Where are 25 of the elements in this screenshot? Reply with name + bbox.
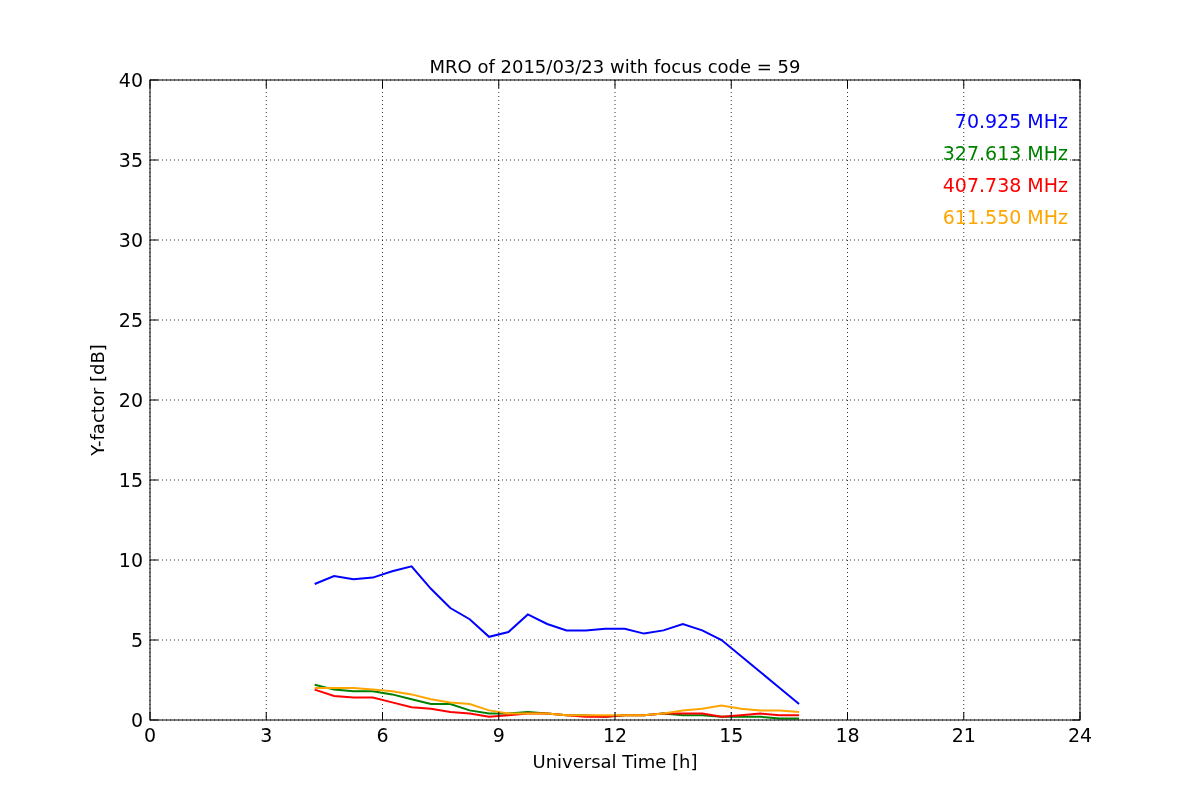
legend-entry: 611.550 MHz [942, 206, 1068, 228]
tick-label: 5 [130, 629, 143, 651]
tick-label: 6 [376, 724, 389, 746]
legend-entry: 327.613 MHz [942, 142, 1068, 164]
tick-label: 0 [143, 724, 157, 746]
tick-label: 35 [118, 149, 143, 171]
tick-label: 15 [719, 724, 744, 746]
tick-label: 9 [492, 724, 505, 746]
tick-label: 24 [1067, 724, 1093, 746]
tick-label: 12 [602, 724, 628, 746]
legend-entry: 407.738 MHz [942, 174, 1068, 196]
tick-label: 15 [118, 469, 143, 491]
tick-label: 30 [118, 229, 143, 251]
tick-label: 0 [130, 709, 143, 731]
y-axis-label: Y-factor [dB] [87, 344, 108, 456]
tick-label: 10 [118, 549, 143, 571]
x-axis-label: Universal Time [h] [532, 751, 698, 772]
chart-title: MRO of 2015/03/23 with focus code = 59 [429, 56, 801, 77]
tick-label: 21 [951, 724, 976, 746]
legend-entry: 70.925 MHz [954, 110, 1068, 132]
tick-label: 25 [118, 309, 143, 331]
tick-label: 18 [835, 724, 860, 746]
tick-label: 3 [260, 724, 273, 746]
tick-label: 20 [118, 389, 143, 411]
tick-label: 40 [118, 69, 143, 91]
